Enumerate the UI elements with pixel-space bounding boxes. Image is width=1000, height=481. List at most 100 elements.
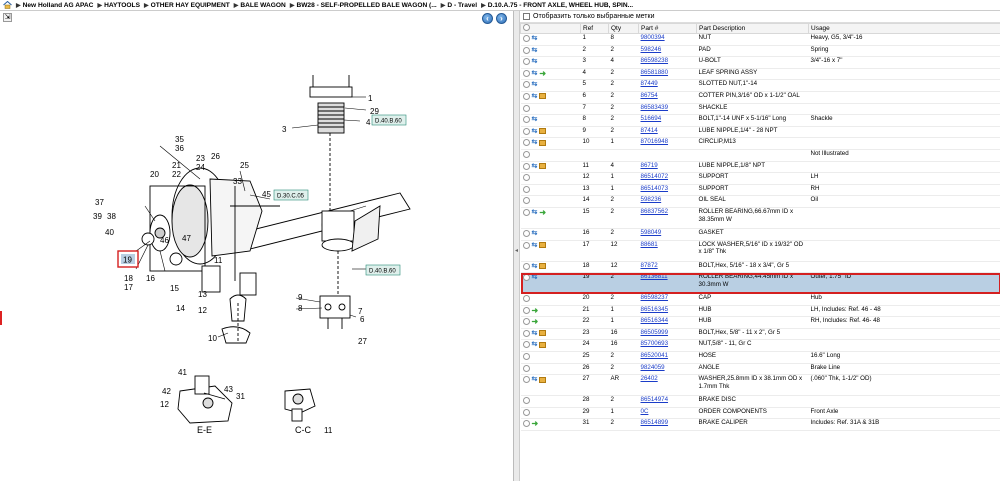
box-icon[interactable] xyxy=(539,163,547,170)
table-row[interactable]: ⇆ 10 1 87016948 CIRCLIP,M13 xyxy=(520,137,1000,150)
table-row[interactable]: ⇆ 27 AR 26402 WASHER,25.8mm ID x 38.1mm OD x… xyxy=(520,374,1000,397)
part-number-link[interactable]: 85700693 xyxy=(641,340,669,347)
part-number-link[interactable]: 87016948 xyxy=(641,138,669,145)
callout-11[interactable]: 11 xyxy=(214,256,223,265)
part-number-link[interactable]: 86583439 xyxy=(641,104,669,111)
select-radio[interactable] xyxy=(522,295,530,303)
callout-41[interactable]: 41 xyxy=(178,368,187,377)
breadcrumb-item[interactable]: ▶ D.10.A.75 - FRONT AXLE, WHEEL HUB, SPIN… xyxy=(481,2,633,9)
table-row[interactable]: 14 2 598236 OIL SEAL Oil xyxy=(520,195,1000,208)
table-row[interactable]: ⇆ ➜ 15 2 86837562 ROLLER BEARING,66.67mm ID x… xyxy=(520,207,1000,229)
part-number-link[interactable]: 86520041 xyxy=(641,352,669,359)
part-number-link[interactable]: 0C xyxy=(641,408,649,415)
callout-43[interactable]: 43 xyxy=(224,385,233,394)
exploded-parts-diagram[interactable]: 1293435362122232426253320453738394047461… xyxy=(0,11,514,481)
table-row[interactable]: 13 1 86514073 SUPPORT RH xyxy=(520,184,1000,197)
part-number-link[interactable]: 86754 xyxy=(641,92,658,99)
callout-38[interactable]: 38 xyxy=(107,212,116,221)
swap-icon[interactable]: ⇆ xyxy=(532,230,538,237)
select-radio[interactable] xyxy=(522,208,530,216)
table-row[interactable]: ⇆ 1 8 9800394 NUT Heavy, G5, 3/4"-16 xyxy=(520,33,1000,46)
ref-box-d40b60-bottom[interactable]: D.40.B.60 xyxy=(365,264,401,276)
callout-46[interactable]: 46 xyxy=(160,236,169,245)
part-number-link[interactable]: 516694 xyxy=(641,115,662,122)
ref-box-d40b60-top[interactable]: D.40.B.60 xyxy=(371,114,407,126)
select-radio[interactable] xyxy=(522,162,530,170)
callout-12[interactable]: 12 xyxy=(160,400,169,409)
select-radio[interactable] xyxy=(522,58,530,66)
select-radio[interactable] xyxy=(522,229,530,237)
table-row[interactable]: ➜ 31 2 86514899 BRAKE CALIPER Includes: Ref. … xyxy=(520,418,1000,432)
select-radio[interactable] xyxy=(522,139,530,147)
callout-35[interactable]: 35 xyxy=(175,135,184,144)
part-number-link[interactable]: 88681 xyxy=(641,241,658,248)
callout-6[interactable]: 6 xyxy=(360,315,365,324)
swap-icon[interactable]: ⇆ xyxy=(532,376,538,383)
table-row[interactable]: ⇆ 24 16 85700693 NUT,5/8" - 11, Gr C xyxy=(520,339,1000,353)
select-radio[interactable] xyxy=(522,420,530,428)
select-radio[interactable] xyxy=(522,306,530,314)
subassembly-arrow-icon[interactable]: ➜ xyxy=(539,208,546,216)
select-radio[interactable] xyxy=(522,397,530,405)
breadcrumb-item[interactable]: ▶ OTHER HAY EQUIPMENT xyxy=(144,2,230,9)
select-radio[interactable] xyxy=(522,353,530,361)
callout-21[interactable]: 21 xyxy=(172,161,181,170)
part-number-link[interactable]: 598246 xyxy=(641,46,662,53)
callout-33[interactable]: 33 xyxy=(233,177,242,186)
select-radio[interactable] xyxy=(522,241,530,249)
callout-3[interactable]: 3 xyxy=(282,125,287,134)
select-radio[interactable] xyxy=(522,341,530,349)
breadcrumb-item[interactable]: ▶ BALE WAGON xyxy=(234,2,286,9)
box-icon[interactable] xyxy=(539,376,547,383)
subassembly-arrow-icon[interactable]: ➜ xyxy=(532,318,539,326)
callout-1[interactable]: 1 xyxy=(368,94,373,103)
swap-icon[interactable]: ⇆ xyxy=(532,116,538,123)
callout-12[interactable]: 12 xyxy=(198,306,207,315)
header-select[interactable] xyxy=(520,23,581,34)
table-row[interactable]: ⇆ 18 12 87872 BOLT,Hex, 5/16" - 18 x 3/4", G… xyxy=(520,261,1000,274)
swap-icon[interactable]: ⇆ xyxy=(532,47,538,54)
callout-11[interactable]: 11 xyxy=(324,426,333,435)
callout-18[interactable]: 18 xyxy=(124,274,133,283)
callout-24[interactable]: 24 xyxy=(196,163,205,172)
box-icon[interactable] xyxy=(539,93,547,100)
callout-23[interactable]: 23 xyxy=(196,154,205,163)
select-radio[interactable] xyxy=(522,35,530,42)
breadcrumb-item[interactable]: ▶ New Holland AG APAC xyxy=(16,2,93,9)
box-icon[interactable] xyxy=(539,263,547,269)
swap-icon[interactable]: ⇆ xyxy=(532,81,538,88)
part-number-link[interactable]: 86136811 xyxy=(641,273,668,280)
table-row-selected[interactable]: ⇆ 19 2 86136811 ROLLER BEARING,44.45mm ID x … xyxy=(520,272,1000,295)
box-icon[interactable] xyxy=(539,139,547,146)
select-radio[interactable] xyxy=(522,185,530,193)
callout-29[interactable]: 29 xyxy=(370,107,379,116)
select-radio[interactable] xyxy=(522,104,530,112)
header-qty[interactable]: Qty xyxy=(608,23,639,34)
swap-icon[interactable]: ⇆ xyxy=(532,263,538,270)
table-row[interactable]: ⇆ 6 2 86754 COTTER PIN,3/16" OD x 1-1/2" OAL xyxy=(520,91,1000,104)
part-number-link[interactable]: 86514073 xyxy=(641,185,669,192)
swap-icon[interactable]: ⇆ xyxy=(532,341,538,348)
callout-13[interactable]: 13 xyxy=(198,290,207,299)
header-part-number[interactable]: Part # xyxy=(638,23,697,34)
callout-36[interactable]: 36 xyxy=(175,144,184,153)
part-number-link[interactable]: 86514899 xyxy=(641,419,669,426)
breadcrumb-item[interactable]: ▶ BW28 - SELF-PROPELLED BALE WAGON (... xyxy=(290,2,437,9)
callout-22[interactable]: 22 xyxy=(172,170,181,179)
part-number-link[interactable]: 87414 xyxy=(641,127,658,134)
callout-14[interactable]: 14 xyxy=(176,304,185,313)
swap-icon[interactable]: ⇆ xyxy=(532,128,538,135)
select-radio[interactable] xyxy=(522,274,530,282)
table-row[interactable]: 12 1 86514072 SUPPORT LH xyxy=(520,172,1000,185)
select-radio[interactable] xyxy=(522,262,530,270)
select-radio[interactable] xyxy=(522,46,530,54)
callout-17[interactable]: 17 xyxy=(124,283,133,292)
swap-icon[interactable]: ⇆ xyxy=(532,274,538,281)
swap-icon[interactable]: ⇆ xyxy=(532,242,538,249)
callout-40[interactable]: 40 xyxy=(105,228,114,237)
table-row[interactable]: ⇆ 9 2 87414 LUBE NIPPLE,1/4" - 28 NPT xyxy=(520,126,1000,139)
table-row[interactable]: ⇆ 23 16 86505999 BOLT,Hex, 5/8" - 11 x 2", G… xyxy=(520,328,1000,341)
callout-27[interactable]: 27 xyxy=(358,337,367,346)
box-icon[interactable] xyxy=(539,128,547,135)
table-row[interactable]: ➜ 21 1 86516345 HUB LH, Includes: Ref. 46 - 4… xyxy=(520,305,1000,318)
